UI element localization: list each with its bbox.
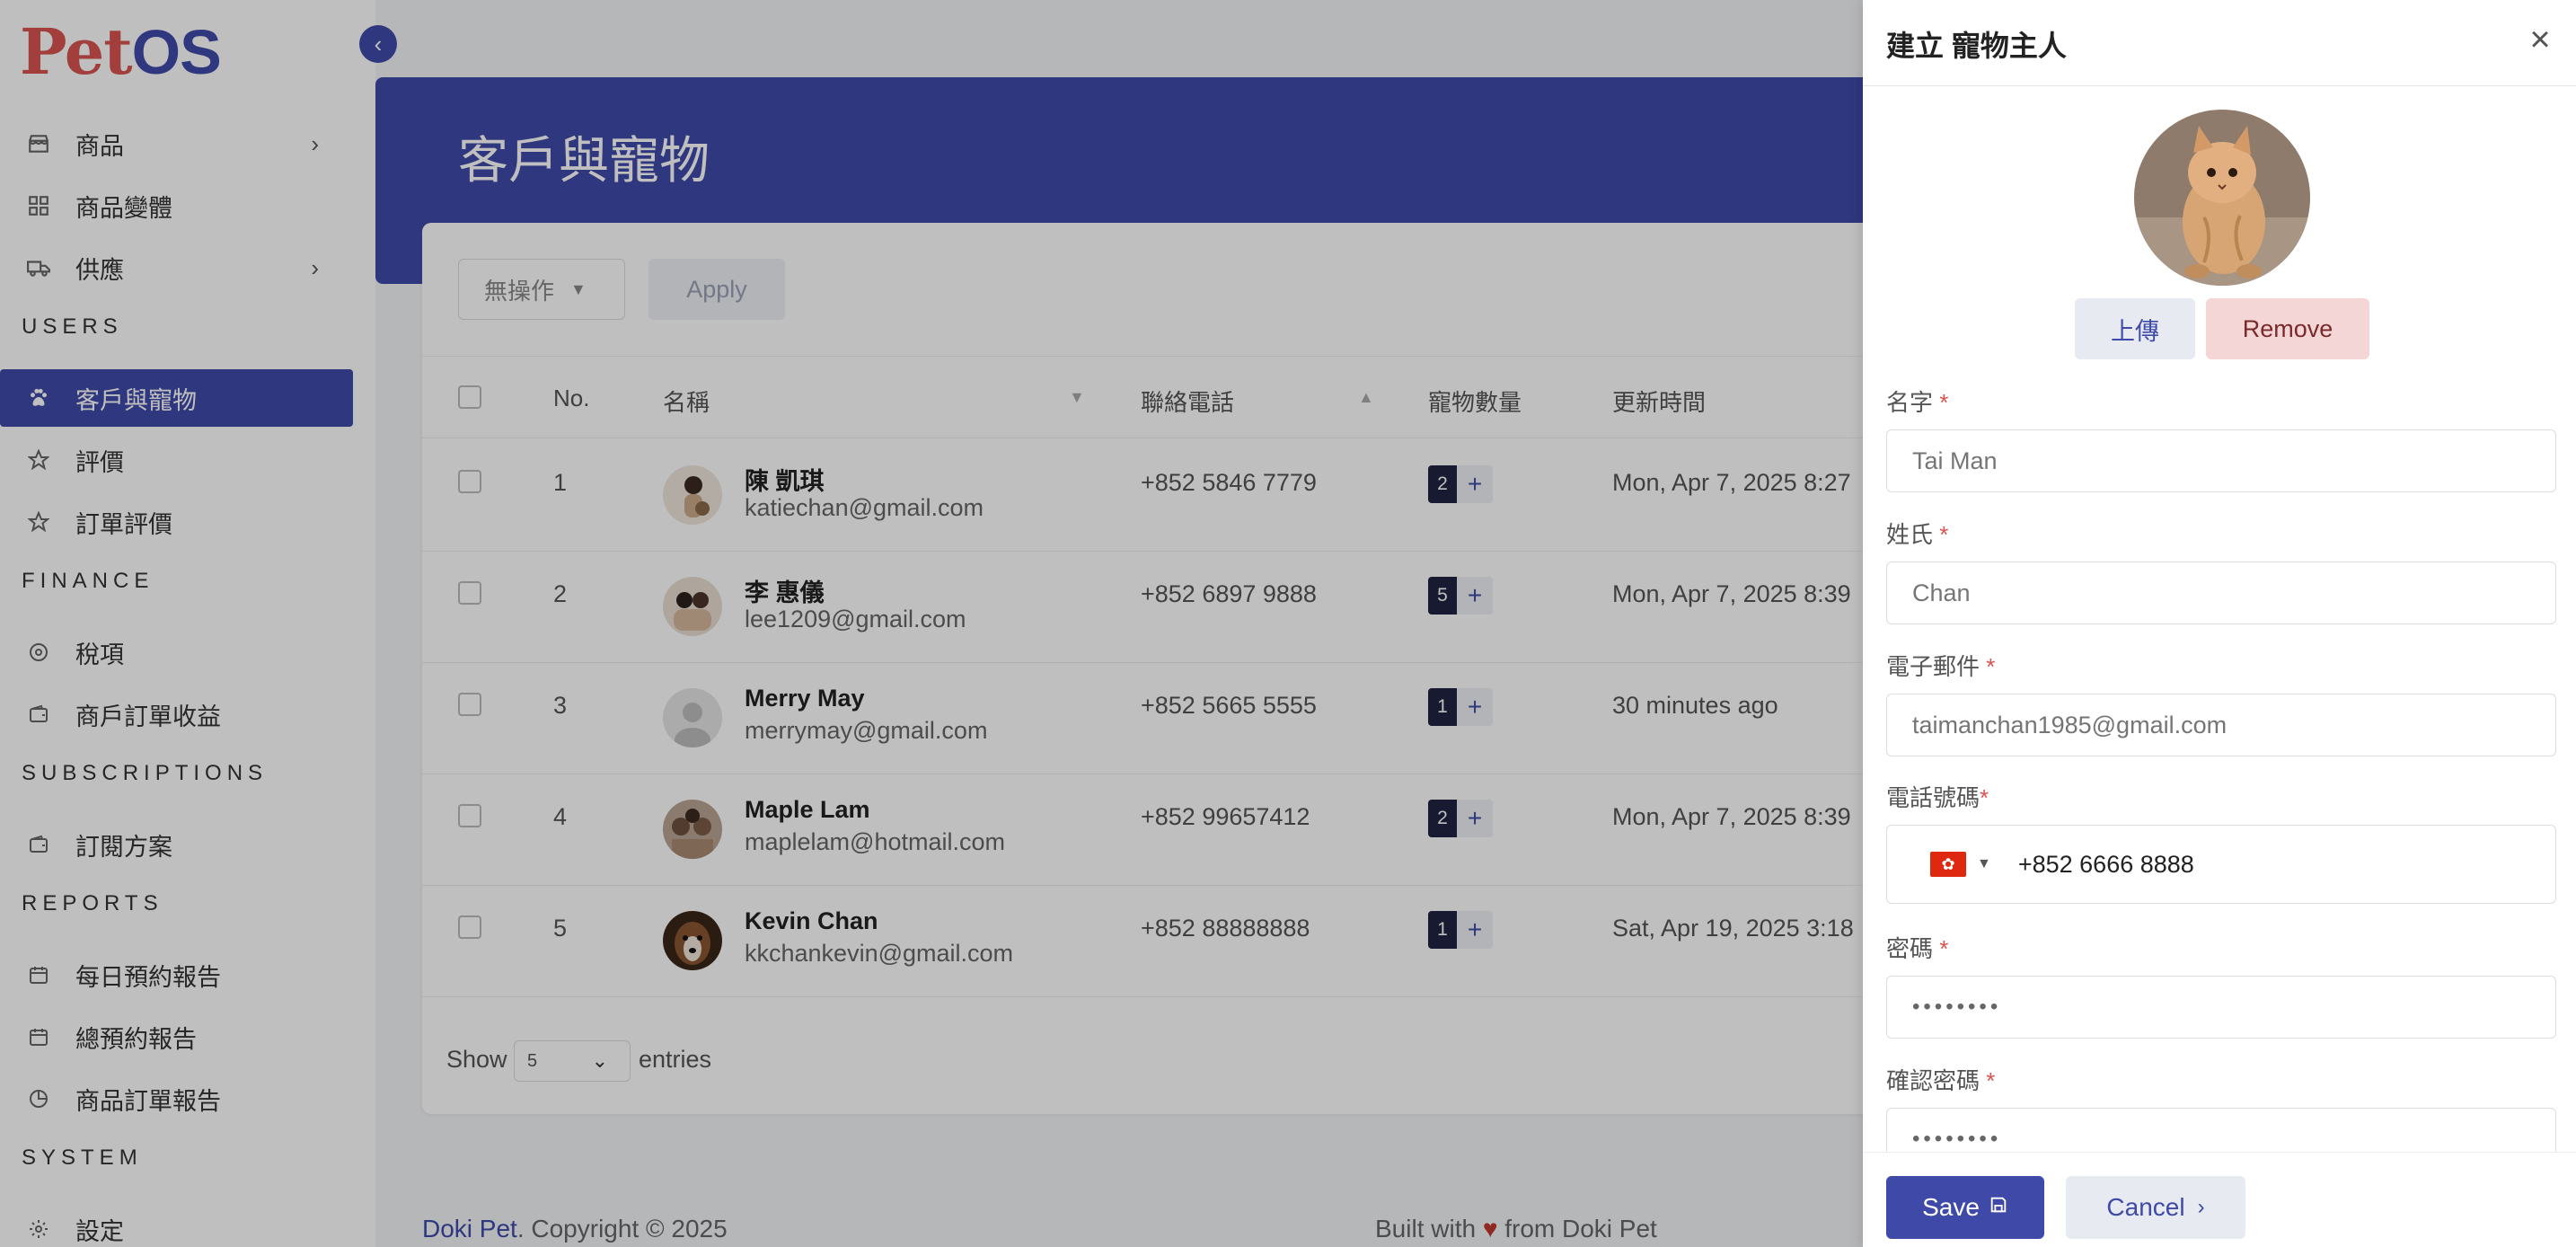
phone-label-text: 電話號碼 [1886,784,1981,811]
required-marker: * [1986,1067,1996,1094]
owner-photo [2134,110,2310,286]
floppy-disk-icon [1989,1195,2008,1220]
required-marker: * [1939,521,1949,548]
required-marker: * [1939,389,1949,416]
last-name-label: 姓氏 * [1886,517,1948,550]
confirm-password-label-text: 確認密碼 [1886,1067,1981,1094]
email-input[interactable] [1886,694,2556,756]
remove-photo-button[interactable]: Remove [2206,298,2369,359]
close-icon[interactable]: × [2520,20,2560,59]
phone-value[interactable]: +852 6666 8888 [2018,851,2194,879]
password-label: 密碼 * [1886,931,1948,964]
password-label-text: 密碼 [1886,935,1934,962]
upload-photo-button[interactable]: 上傳 [2075,298,2195,359]
password-input[interactable]: •••••••• [1886,976,2556,1039]
chevron-right-icon: › [2197,1195,2205,1219]
required-marker: * [1939,935,1949,962]
hong-kong-flag-icon[interactable]: ✿ [1930,852,1966,877]
caret-down-icon[interactable]: ▼ [1977,856,1991,872]
drawer-header: 建立 寵物主人 × [1863,0,2576,86]
cancel-label: Cancel [2106,1193,2185,1221]
first-name-label: 名字 * [1886,385,1948,418]
drawer-title: 建立 寵物主人 [1886,30,2067,62]
save-button[interactable]: Save [1886,1176,2044,1239]
last-name-label-text: 姓氏 [1886,521,1934,548]
confirm-password-label: 確認密碼 * [1886,1063,1995,1096]
email-label-text: 電子郵件 [1886,653,1981,680]
phone-field[interactable]: ✿ ▼ +852 6666 8888 [1886,825,2556,904]
modal-backdrop[interactable] [0,0,1863,1247]
cancel-button[interactable]: Cancel › [2066,1176,2245,1239]
last-name-input[interactable] [1886,562,2556,624]
required-marker: * [1986,653,1996,680]
create-owner-drawer: 建立 寵物主人 × 上傳 Remove 名字 * 姓氏 * 電子郵件 * 電話號… [1863,0,2576,1247]
required-marker: * [1980,784,1989,811]
email-label: 電子郵件 * [1886,649,1995,682]
save-label: Save [1922,1193,1980,1221]
first-name-label-text: 名字 [1886,389,1934,416]
phone-label: 電話號碼* [1886,780,1989,813]
drawer-footer: Save Cancel › [1863,1152,2576,1247]
first-name-input[interactable] [1886,429,2556,492]
